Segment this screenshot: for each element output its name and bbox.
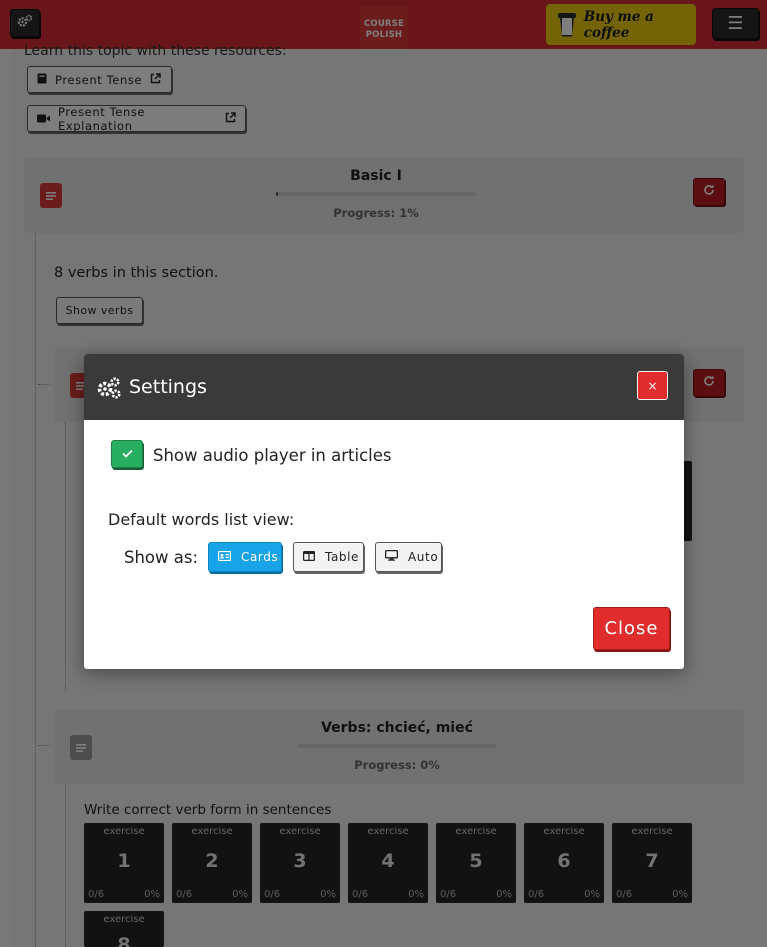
modal-close-x-button[interactable]: × [637, 371, 668, 400]
view-table-button[interactable]: Table [293, 542, 364, 572]
modal-header: Settings × [84, 354, 684, 420]
settings-modal: Settings × Show audio player in articles… [84, 354, 684, 669]
view-auto-button[interactable]: Auto [375, 542, 442, 572]
view-option-label: Auto [408, 550, 439, 564]
monitor-icon [384, 549, 399, 564]
show-as-label: Show as: [124, 548, 199, 567]
table-icon [302, 550, 316, 564]
close-button[interactable]: Close [593, 607, 670, 650]
default-view-label: Default words list view: [108, 510, 295, 529]
audio-player-checkbox[interactable] [111, 440, 143, 468]
modal-title: Settings [129, 376, 207, 398]
view-option-label: Table [325, 550, 360, 564]
gears-icon [95, 374, 123, 402]
checkmark-icon [121, 447, 133, 461]
id-card-icon [217, 550, 232, 564]
view-cards-button[interactable]: Cards [208, 542, 282, 572]
close-icon: × [647, 378, 658, 393]
audio-player-label: Show audio player in articles [153, 446, 392, 465]
view-option-label: Cards [241, 550, 279, 564]
